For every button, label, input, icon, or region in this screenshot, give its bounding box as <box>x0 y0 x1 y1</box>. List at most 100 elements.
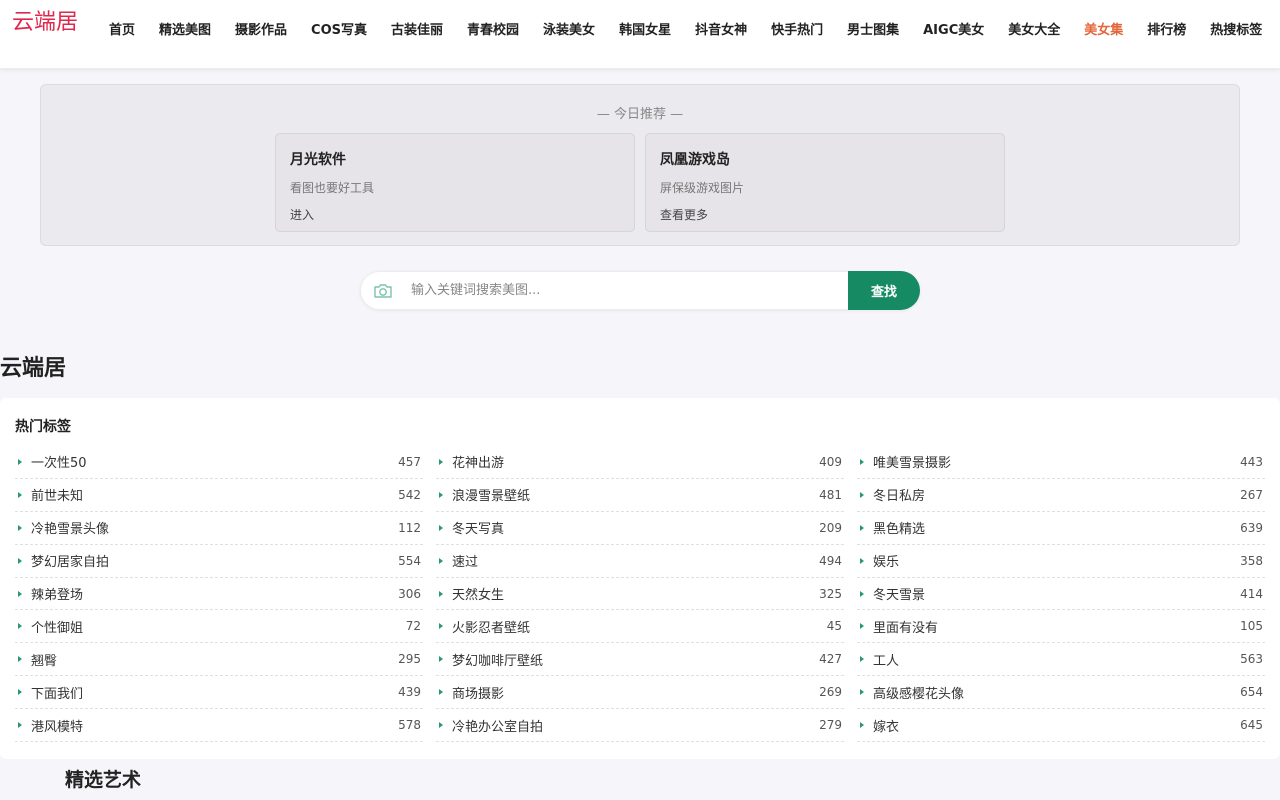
tag-row[interactable]: 翘臀 295 <box>15 643 423 677</box>
tag-name: 浪漫雪景壁纸 <box>452 489 531 505</box>
hot-tags-title: 热门标签 <box>15 419 71 435</box>
tag-count: 554 <box>398 553 421 568</box>
tag-column: 一次性50 457 前世未知 542 冷艳雪景头像 112 梦幻居家自拍 554 辣弟登… <box>15 446 423 743</box>
site-logo[interactable]: 云端居 <box>12 4 78 36</box>
nav-item-ranking[interactable]: 排行榜 <box>1147 19 1186 38</box>
triangle-right-icon <box>860 458 864 465</box>
tag-name: 速过 <box>452 555 479 571</box>
tag-count: 306 <box>398 586 421 601</box>
nav-item-featured[interactable]: 精选美图 <box>159 19 211 38</box>
tag-row[interactable]: 浪漫雪景壁纸 481 <box>436 479 844 512</box>
nav-item-swimsuit[interactable]: 泳装美女 <box>543 19 595 38</box>
search-input[interactable] <box>411 272 841 309</box>
nav-item-hot-tags[interactable]: 热搜标签 <box>1210 19 1262 38</box>
tag-row[interactable]: 火影忍者壁纸 45 <box>436 610 844 644</box>
tag-name: 下面我们 <box>31 686 84 702</box>
tag-count: 112 <box>398 520 421 535</box>
tag-count: 578 <box>398 718 421 733</box>
tag-row[interactable]: 冬日私房 267 <box>857 479 1265 512</box>
tag-name: 梦幻居家自拍 <box>31 555 110 571</box>
recommend-title: — 今日推荐 — <box>596 107 684 122</box>
recommend-card-phoenix[interactable]: 凤凰游戏岛 屏保级游戏图片 查看更多 <box>645 133 1005 232</box>
tag-row[interactable]: 花神出游 409 <box>436 446 844 479</box>
recommend-card-desc: 屏保级游戏图片 <box>660 181 745 195</box>
hot-tags-panel: 热门标签 一次性50 457 前世未知 542 冷艳雪景头像 112 梦幻居家自拍 55… <box>0 398 1280 759</box>
recommend-card-link[interactable]: 进入 <box>290 206 620 223</box>
nav-item-kuaishou[interactable]: 快手热门 <box>771 19 823 38</box>
camera-icon[interactable] <box>373 282 393 300</box>
nav-item-aigc[interactable]: AIGC美女 <box>923 19 984 38</box>
nav-item-all[interactable]: 美女大全 <box>1008 19 1060 38</box>
tag-count: 494 <box>819 553 842 568</box>
triangle-right-icon <box>860 491 864 498</box>
tag-count: 267 <box>1240 487 1263 502</box>
recommend-panel: — 今日推荐 — 月光软件 看图也要好工具 进入 凤凰游戏岛 屏保级游戏图片 查… <box>40 84 1240 246</box>
tag-count: 209 <box>819 520 842 535</box>
tag-name: 梦幻咖啡厅壁纸 <box>452 653 544 669</box>
triangle-right-icon <box>860 557 864 564</box>
tag-row[interactable]: 冬天雪景 414 <box>857 578 1265 611</box>
tag-count: 295 <box>398 652 421 667</box>
tag-row[interactable]: 工人 563 <box>857 643 1265 677</box>
tag-row[interactable]: 前世未知 542 <box>15 479 423 512</box>
tag-row[interactable]: 里面有没有 105 <box>857 610 1265 644</box>
tag-name: 冬天写真 <box>452 522 505 538</box>
nav-item-cos[interactable]: COS写真 <box>311 19 367 38</box>
tag-name: 冷艳办公室自拍 <box>452 719 544 735</box>
triangle-right-icon <box>439 491 443 498</box>
nav-item-campus[interactable]: 青春校园 <box>467 19 519 38</box>
tag-row[interactable]: 嫁衣 645 <box>857 709 1265 743</box>
nav-item-korean[interactable]: 韩国女星 <box>619 19 671 38</box>
tag-count: 72 <box>405 619 421 634</box>
tag-column: 唯美雪景摄影 443 冬日私房 267 黑色精选 639 娱乐 358 冬天雪景 414 … <box>857 446 1265 743</box>
triangle-right-icon <box>18 689 22 696</box>
tag-name: 天然女生 <box>452 588 505 603</box>
tag-name: 个性御姐 <box>31 620 84 636</box>
tag-row[interactable]: 下面我们 439 <box>15 676 423 710</box>
tag-row[interactable]: 冷艳办公室自拍 279 <box>436 709 844 743</box>
triangle-right-icon <box>18 557 22 564</box>
triangle-right-icon <box>439 722 443 729</box>
recommend-card-link[interactable]: 查看更多 <box>660 206 990 223</box>
tag-row[interactable]: 商场摄影 269 <box>436 676 844 710</box>
tag-row[interactable]: 辣弟登场 306 <box>15 578 423 611</box>
triangle-right-icon <box>18 623 22 630</box>
tag-name: 前世未知 <box>31 489 84 505</box>
tag-row[interactable]: 唯美雪景摄影 443 <box>857 446 1265 479</box>
tag-row[interactable]: 高级感樱花头像 654 <box>857 676 1265 710</box>
tag-row[interactable]: 冬天写真 209 <box>436 512 844 545</box>
triangle-right-icon <box>860 590 864 597</box>
tag-row[interactable]: 个性御姐 72 <box>15 610 423 644</box>
nav-item-ancient[interactable]: 古装佳丽 <box>391 19 443 38</box>
nav-item-home[interactable]: 首页 <box>109 19 135 38</box>
tag-row[interactable]: 速过 494 <box>436 545 844 578</box>
tag-count: 457 <box>398 454 421 469</box>
tag-row[interactable]: 冷艳雪景头像 112 <box>15 512 423 545</box>
tag-column: 花神出游 409 浪漫雪景壁纸 481 冬天写真 209 速过 494 天然女生 325 … <box>436 446 844 743</box>
tag-row[interactable]: 梦幻居家自拍 554 <box>15 545 423 578</box>
tag-count: 443 <box>1240 454 1263 469</box>
tag-count: 639 <box>1240 520 1263 535</box>
nav-item-men[interactable]: 男士图集 <box>847 19 899 38</box>
nav-item-collection[interactable]: 美女集 <box>1084 19 1123 38</box>
tag-row[interactable]: 娱乐 358 <box>857 545 1265 578</box>
tag-row[interactable]: 天然女生 325 <box>436 578 844 611</box>
recommend-card-moonlight[interactable]: 月光软件 看图也要好工具 进入 <box>275 133 635 232</box>
tag-row[interactable]: 港风模特 578 <box>15 709 423 743</box>
tag-name: 高级感樱花头像 <box>873 686 965 702</box>
search-button[interactable]: 查找 <box>848 271 920 310</box>
tag-name: 冬日私房 <box>873 489 926 505</box>
recommend-card-desc: 看图也要好工具 <box>290 181 375 195</box>
tag-name: 辣弟登场 <box>31 588 84 603</box>
tag-row[interactable]: 黑色精选 639 <box>857 512 1265 545</box>
tag-row[interactable]: 一次性50 457 <box>15 446 423 479</box>
tag-count: 563 <box>1240 652 1263 667</box>
tag-count: 439 <box>398 685 421 700</box>
tag-count: 45 <box>826 619 842 634</box>
nav-item-photography[interactable]: 摄影作品 <box>235 19 287 38</box>
tag-row[interactable]: 梦幻咖啡厅壁纸 427 <box>436 643 844 677</box>
nav-item-douyin[interactable]: 抖音女神 <box>695 19 747 38</box>
triangle-right-icon <box>439 623 443 630</box>
triangle-right-icon <box>860 689 864 696</box>
tag-name: 冬天雪景 <box>873 588 926 603</box>
